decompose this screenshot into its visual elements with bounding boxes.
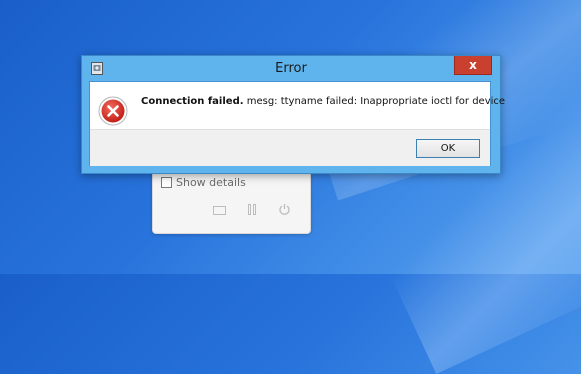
dialog-button-bar: OK (90, 129, 490, 166)
error-message-bold: Connection failed. (141, 96, 244, 107)
pause-icon[interactable] (248, 204, 256, 215)
ok-button[interactable]: OK (416, 139, 480, 158)
show-details-checkbox[interactable] (161, 177, 172, 188)
folder-icon[interactable] (213, 205, 226, 215)
error-message: Connection failed. mesg: ttyname failed:… (141, 96, 505, 107)
close-button[interactable]: x (454, 56, 492, 75)
error-dialog: Error x Connection failed. mesg: ttyname… (81, 55, 505, 174)
background-toolbar (213, 203, 291, 216)
show-details-row[interactable]: Show details (161, 176, 246, 189)
close-icon: x (469, 58, 477, 72)
dialog-title: Error (275, 61, 307, 76)
dialog-content: Connection failed. mesg: ttyname failed:… (89, 81, 505, 166)
dialog-titlebar[interactable]: Error x (82, 56, 500, 81)
power-icon[interactable] (278, 203, 291, 216)
error-icon (98, 96, 128, 126)
show-details-label: Show details (176, 176, 246, 189)
error-message-detail: mesg: ttyname failed: Inappropriate ioct… (243, 96, 506, 107)
